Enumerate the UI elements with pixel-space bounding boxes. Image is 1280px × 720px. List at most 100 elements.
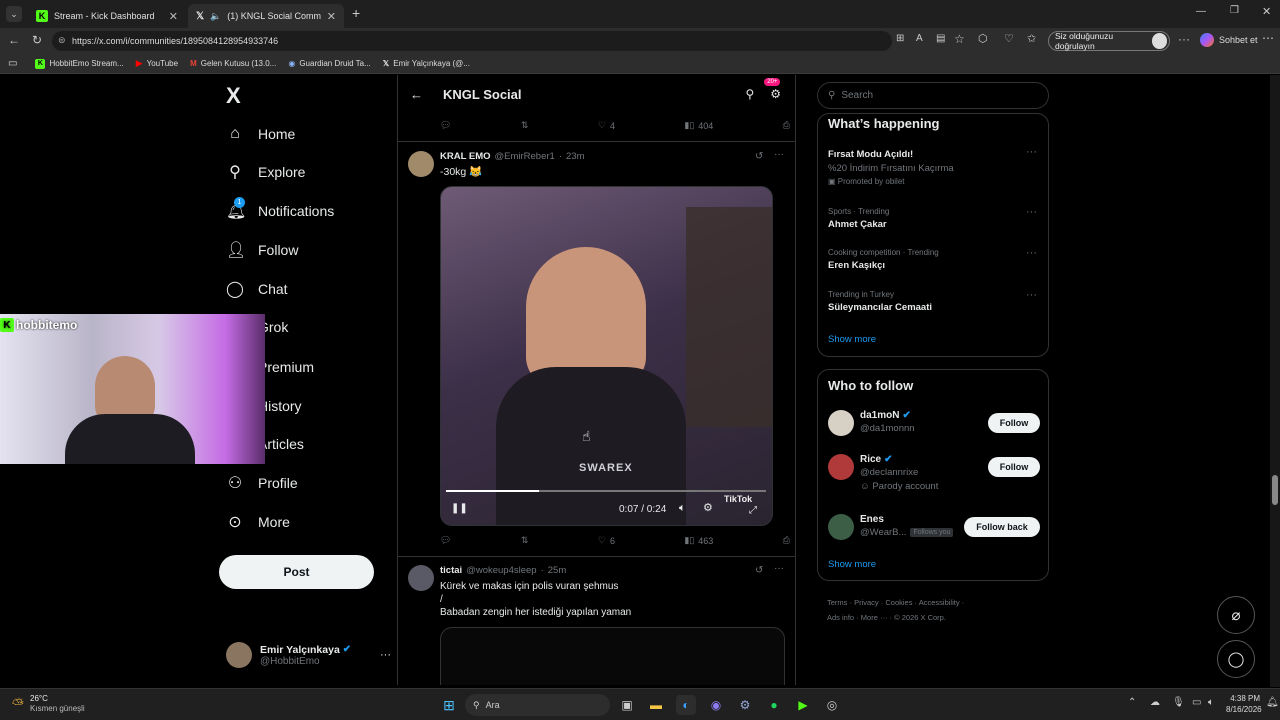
footer-link[interactable]: Cookies xyxy=(885,598,912,607)
trend-more-icon[interactable]: ··· xyxy=(1026,289,1037,301)
follow-back-button[interactable]: Follow back xyxy=(964,517,1040,537)
trend-more-icon[interactable]: ··· xyxy=(1026,247,1037,259)
tab-kngl-social[interactable]: 𝕏 🔈 (1) KNGL Social Community / ✕ xyxy=(188,4,344,28)
volume-icon[interactable]: 🔈︎ xyxy=(1208,697,1214,708)
footer-link[interactable]: Privacy xyxy=(854,598,879,607)
windows-start-icon[interactable]: ⊞ xyxy=(439,695,459,715)
video-progress-track[interactable] xyxy=(446,490,766,492)
promo-trend[interactable]: Fırsat Modu Açıldı! %20 İndirim Fırsatın… xyxy=(828,149,954,186)
bookmark-youtube[interactable]: ▶ YouTube xyxy=(136,58,178,69)
back-arrow-icon[interactable]: ← xyxy=(410,87,423,102)
sidebar-item-follow[interactable]: 👤︎ Follow xyxy=(226,236,298,264)
follow-suggestion[interactable]: Enes @WearB... Follows you xyxy=(860,514,954,538)
verify-identity-button[interactable]: Siz olduğunuzu doğrulayın xyxy=(1048,31,1170,51)
page-scrollbar[interactable] xyxy=(1270,75,1280,687)
copilot-chat-button[interactable]: Sohbet et xyxy=(1200,33,1258,47)
minimize-icon[interactable]: — xyxy=(1196,6,1206,17)
app-icon[interactable]: ⊞ xyxy=(896,33,904,44)
avatar[interactable] xyxy=(828,410,854,436)
tab-list-icon[interactable]: ⌄ xyxy=(6,6,22,22)
sidebar-item-notifications[interactable]: 🔔︎ 1 Notifications xyxy=(226,197,334,225)
follow-button[interactable]: Follow xyxy=(988,413,1040,433)
kick-app-icon[interactable]: ▶ xyxy=(793,695,813,715)
follow-button[interactable]: Follow xyxy=(988,457,1040,477)
reply-icon[interactable]: 💬︎ xyxy=(440,120,451,131)
scrollbar-thumb[interactable] xyxy=(1272,475,1278,505)
tray-chevron-icon[interactable]: ⌃ xyxy=(1128,697,1136,708)
repost-icon[interactable]: ⇅ xyxy=(521,535,529,546)
post-media[interactable] xyxy=(440,627,785,685)
grok-analyze-icon[interactable]: ↺ xyxy=(755,565,763,576)
close-tab-icon[interactable]: ✕ xyxy=(169,10,178,23)
follow-suggestion[interactable]: da1moN ✔ @da1monnn xyxy=(860,410,915,434)
close-tab-icon[interactable]: ✕ xyxy=(327,10,336,23)
browser-essentials-icon[interactable]: ♡ xyxy=(1004,32,1014,45)
close-window-icon[interactable]: ✕ xyxy=(1262,5,1271,18)
bookmark-hobbitemo[interactable]: K HobbitEmo Stream... xyxy=(35,58,124,69)
bookmark-emir[interactable]: 𝕏 Emir Yalçınkaya (@... xyxy=(383,59,470,68)
sidebar-item-explore[interactable]: ⚲ Explore xyxy=(226,158,305,186)
grok-analyze-icon[interactable]: ↺ xyxy=(755,151,763,162)
tab-kick-dashboard[interactable]: K Stream - Kick Dashboard ✕ xyxy=(28,4,186,28)
sidebar-toggle-icon[interactable]: ▭ xyxy=(8,58,17,69)
post-button[interactable]: Post xyxy=(219,555,374,589)
trend-more-icon[interactable]: ··· xyxy=(1026,146,1037,158)
obs-icon[interactable]: ◎ xyxy=(822,695,842,715)
task-view-icon[interactable]: ▣ xyxy=(617,695,637,715)
views-button[interactable]: ▮▯ 463 xyxy=(684,535,713,546)
avatar[interactable] xyxy=(828,454,854,480)
steam-icon[interactable]: ⚙ xyxy=(735,695,755,715)
network-icon[interactable]: ▭ xyxy=(1192,697,1201,708)
file-explorer-icon[interactable]: ▬ xyxy=(646,695,666,715)
spotify-icon[interactable]: ● xyxy=(764,695,784,715)
follow-suggestion[interactable]: Rice ✔ @declannrixe ☺ Parody account xyxy=(860,454,938,492)
more-menu-icon[interactable]: ··· xyxy=(1178,32,1190,46)
grok-float-icon[interactable]: ⌀ xyxy=(1217,596,1255,634)
trend-item[interactable]: Sports · Trending Ahmet Çakar xyxy=(828,207,889,230)
search-icon[interactable]: ⚲ xyxy=(745,87,754,101)
post-more-icon[interactable]: ··· xyxy=(774,563,784,574)
trend-item[interactable]: Cooking competition · Trending Eren Kaşı… xyxy=(828,248,939,271)
footer-link[interactable]: Terms xyxy=(827,598,847,607)
edge-icon[interactable]: ◐ xyxy=(676,695,696,715)
sidebar-item-profile[interactable]: ⚇ Profile xyxy=(226,469,298,497)
like-button[interactable]: ♡ 4 xyxy=(598,120,615,131)
x-logo[interactable]: X xyxy=(226,83,241,109)
clock[interactable]: 4:38 PM 8/16/2026 xyxy=(1226,693,1262,715)
avatar[interactable] xyxy=(828,514,854,540)
weather-widget[interactable]: ⛅︎ 26°C Kısmen güneşli xyxy=(12,694,85,714)
search-input[interactable]: ⚲ Search xyxy=(817,82,1049,109)
reload-icon[interactable]: ↻ xyxy=(32,33,42,47)
footer-link[interactable]: More ··· xyxy=(861,613,888,622)
restore-icon[interactable]: ❐ xyxy=(1230,5,1239,16)
pause-icon[interactable]: ❚❚ xyxy=(451,503,468,514)
like-button[interactable]: ♡ 6 xyxy=(598,535,615,546)
fullscreen-icon[interactable]: ⤢ xyxy=(749,505,757,516)
video-player[interactable]: SWAREX ❚❚ 0:07 / 0:24 🔈︎ ⚙ TikTok ⤢ xyxy=(440,186,773,526)
account-switcher[interactable]: Emir Yalçınkaya ✔ @HobbitEmo ··· xyxy=(226,641,391,669)
bookmark-gmail[interactable]: M Gelen Kutusu (13.0... xyxy=(190,59,276,68)
views-button[interactable]: ▮▯ 404 xyxy=(684,120,713,131)
taskbar-search[interactable]: ⚲ Ara xyxy=(465,694,610,716)
footer-link[interactable]: Ads info xyxy=(827,613,854,622)
avatar[interactable] xyxy=(408,565,434,591)
sidebar-item-more[interactable]: ⊙ More xyxy=(226,508,290,536)
tray-app-icon[interactable]: ☁ xyxy=(1150,697,1160,708)
sidebar-item-chat[interactable]: ◯ Chat xyxy=(226,275,288,303)
post-more-icon[interactable]: ··· xyxy=(774,149,784,160)
show-more-link[interactable]: Show more xyxy=(828,334,876,345)
translate-icon[interactable]: A xyxy=(916,33,923,44)
new-tab-icon[interactable]: + xyxy=(352,5,360,21)
show-more-link[interactable]: Show more xyxy=(828,559,876,570)
site-info-icon[interactable]: ⊜ xyxy=(58,35,66,46)
reader-icon[interactable]: ▤ xyxy=(936,33,945,44)
more-menu-icon[interactable]: ⋯ xyxy=(1262,31,1274,45)
volume-icon[interactable]: 🔈︎ xyxy=(679,502,686,515)
extensions-icon[interactable]: ⬡ xyxy=(978,32,988,45)
avatar[interactable] xyxy=(408,151,434,177)
repost-icon[interactable]: ⇅ xyxy=(521,120,529,131)
sidebar-item-home[interactable]: ⌂ Home xyxy=(226,120,295,148)
discord-icon[interactable]: ◉ xyxy=(706,695,726,715)
url-input[interactable]: ⊜ https://x.com/i/communities/1895084128… xyxy=(52,31,892,51)
bookmark-icon[interactable]: ⎙ xyxy=(783,535,790,546)
